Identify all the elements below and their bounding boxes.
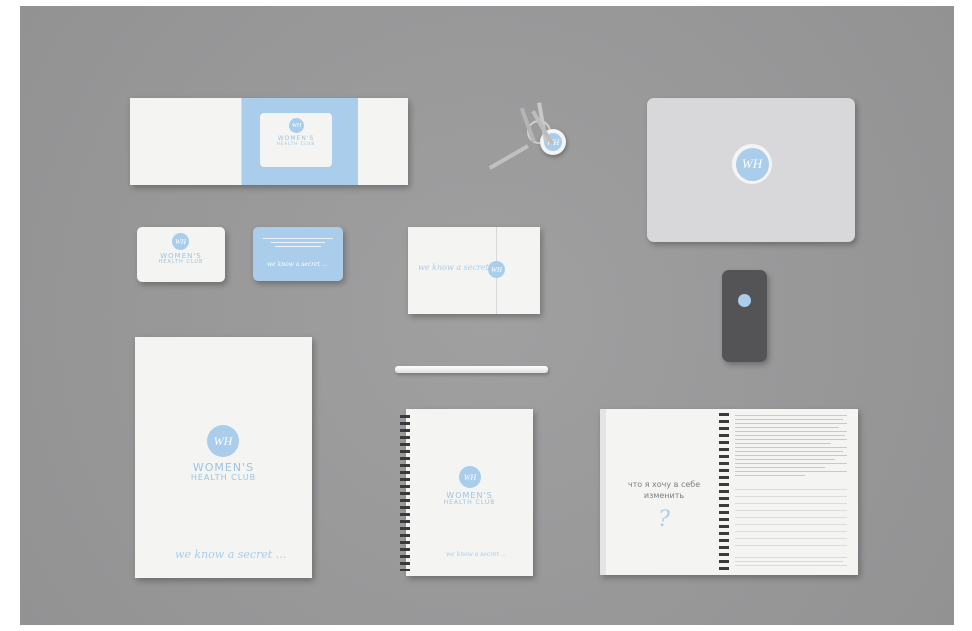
open-notebook: что я хочу в себе изменить ? [600, 409, 858, 575]
brand-name: WOMEN'S HEALTH CLUB [158, 252, 204, 266]
wh-logo-icon: WH [488, 261, 505, 278]
brand-name: WOMEN'S HEALTH CLUB [443, 491, 496, 507]
smartphone [722, 270, 767, 362]
business-card-back: we know a secret ... [253, 227, 343, 281]
card-holder-folder: WH WOMEN'S HEALTH CLUB [130, 98, 408, 185]
tagline: we know a secret ... [418, 263, 499, 272]
laptop: WH [647, 98, 855, 242]
tagline: we know a secret ... [175, 548, 287, 561]
notebook-question: что я хочу в себе изменить [627, 480, 701, 501]
wh-logo-icon: WH [289, 118, 304, 133]
spiral-notebook: WH WOMEN'S HEALTH CLUB we know a secret .… [400, 409, 533, 576]
mockup-scene: WH WOMEN'S HEALTH CLUB WH WOMEN'S HEALTH C… [20, 6, 954, 625]
tagline: we know a secret ... [446, 551, 507, 558]
phone-logo-icon [738, 294, 751, 307]
brand-name: WOMEN'S HEALTH CLUB [276, 135, 316, 147]
envelope: we know a secret ... WH [408, 227, 540, 314]
keychain: WH [482, 102, 592, 184]
pencil [395, 366, 548, 373]
question-mark: ? [658, 507, 670, 532]
business-card-front: WH WOMEN'S HEALTH CLUB [137, 227, 225, 282]
membership-card: WH WOMEN'S HEALTH CLUB [260, 113, 332, 167]
laptop-logo-icon: WH [732, 144, 772, 184]
wh-logo-icon: WH [207, 425, 239, 457]
wh-logo-icon: WH [459, 466, 481, 488]
tagline: we know a secret ... [267, 261, 328, 268]
brand-name: WOMEN'S HEALTH CLUB [190, 461, 257, 482]
wh-logo-icon: WH [172, 233, 189, 250]
presentation-folder: WH WOMEN'S HEALTH CLUB we know a secret .… [135, 337, 312, 578]
